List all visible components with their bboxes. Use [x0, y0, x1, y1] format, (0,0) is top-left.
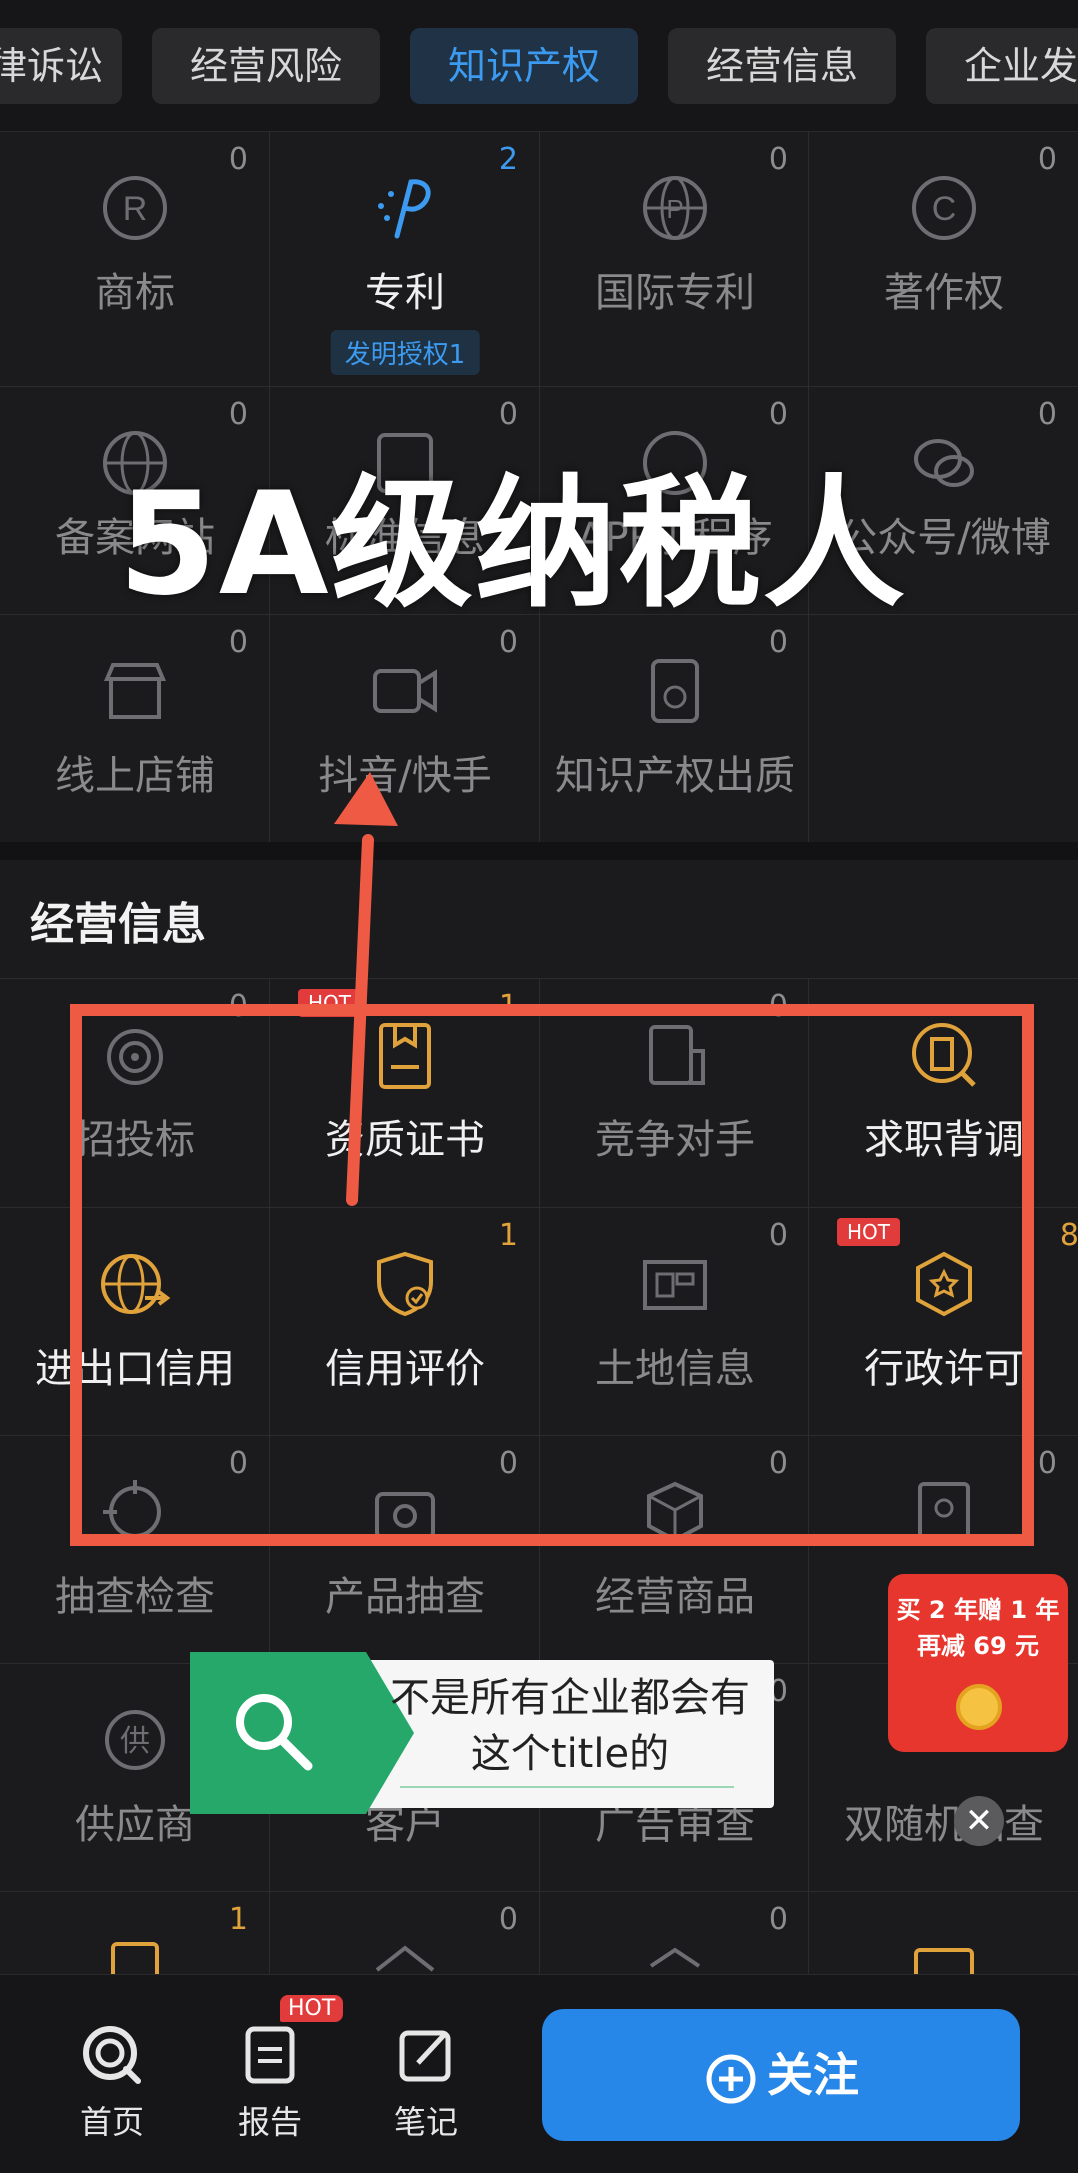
grid-item-row5-2[interactable]: 0	[270, 1892, 540, 1974]
section-title-business-info: 经营信息	[30, 899, 206, 950]
svg-text:C: C	[932, 190, 957, 228]
edit-note-icon	[399, 2030, 451, 2082]
grid-item-ip-pledge[interactable]: 0 知识产权出质	[540, 615, 810, 842]
svg-text:P: P	[666, 194, 683, 224]
overlay-big-text: 5A级纳税人	[118, 462, 907, 627]
grid-item-online-shop[interactable]: 0 线上店铺	[0, 615, 270, 842]
tab-lawsuit[interactable]: 律诉讼	[0, 28, 122, 104]
promo-badge[interactable]: 买 2 年赠 1 年 再减 69 元	[888, 1574, 1068, 1752]
search-icon	[236, 1694, 313, 1771]
shop-icon	[103, 663, 167, 719]
coin-icon	[956, 1684, 1002, 1730]
follow-label: 关注	[767, 2048, 859, 2102]
tooltip-callout: 不是所有企业都会有这个title的	[190, 1652, 774, 1814]
grid-item-douyin[interactable]: 0 抖音/快手	[270, 615, 540, 842]
grid-item-copyright[interactable]: 0 C 著作权	[809, 132, 1078, 386]
callout-text: 不是所有企业都会有这个title的	[390, 1675, 750, 1777]
grid-item-trademark[interactable]: 0 R 商标	[0, 132, 270, 386]
report-icon	[245, 2026, 295, 2084]
grid-item-row5-4[interactable]	[809, 1892, 1078, 1992]
copyright-icon: C	[912, 176, 976, 240]
pledge-icon	[651, 659, 699, 723]
svg-text:供: 供	[120, 1724, 150, 1759]
home-logo-icon	[83, 2026, 141, 2084]
hot-badge: HOT	[280, 1995, 344, 2022]
svg-text:R: R	[123, 190, 148, 228]
nav-report[interactable]: HOT 报告	[210, 1995, 344, 2143]
bottom-nav-bar: 首页 HOT 报告 笔记 关注	[0, 1974, 1078, 2173]
tab-enterprise-dev[interactable]: 企业发	[926, 28, 1078, 104]
section-divider	[0, 842, 1078, 860]
patent-sub-badge: 发明授权1	[330, 330, 480, 375]
tab-business-risk[interactable]: 经营风险	[152, 28, 380, 104]
promo-line2: 再减 69 元	[916, 1632, 1040, 1660]
promo-line1: 买 2 年赠 1 年	[896, 1596, 1060, 1624]
grid-item-patent[interactable]: 2 专利 发明授权1	[270, 132, 540, 386]
supplier-icon: 供	[105, 1710, 165, 1770]
tab-ip[interactable]: 知识产权	[410, 28, 638, 104]
close-promo-button[interactable]: ✕	[954, 1796, 1004, 1846]
nav-home[interactable]: 首页	[52, 2023, 172, 2143]
annotation-red-box	[70, 1004, 1034, 1546]
grid-item-row5-1[interactable]: 1	[0, 1892, 270, 2006]
nav-notes[interactable]: 笔记	[366, 2023, 486, 2143]
follow-button[interactable]: 关注	[542, 2009, 1020, 2141]
video-icon	[373, 669, 437, 713]
wechat-icon	[914, 439, 974, 487]
patent-icon	[378, 179, 431, 239]
add-follow-icon	[706, 2054, 756, 2103]
grid-item-international-patent[interactable]: 0 P 国际专利	[540, 132, 810, 386]
international-patent-icon: P	[643, 176, 707, 240]
top-tab-bar: 律诉讼 经营风险 知识产权 经营信息 企业发	[0, 0, 1078, 132]
tab-business-info[interactable]: 经营信息	[668, 28, 896, 104]
trademark-icon: R	[103, 176, 167, 240]
grid-item-row5-3[interactable]: 0	[540, 1892, 810, 1974]
